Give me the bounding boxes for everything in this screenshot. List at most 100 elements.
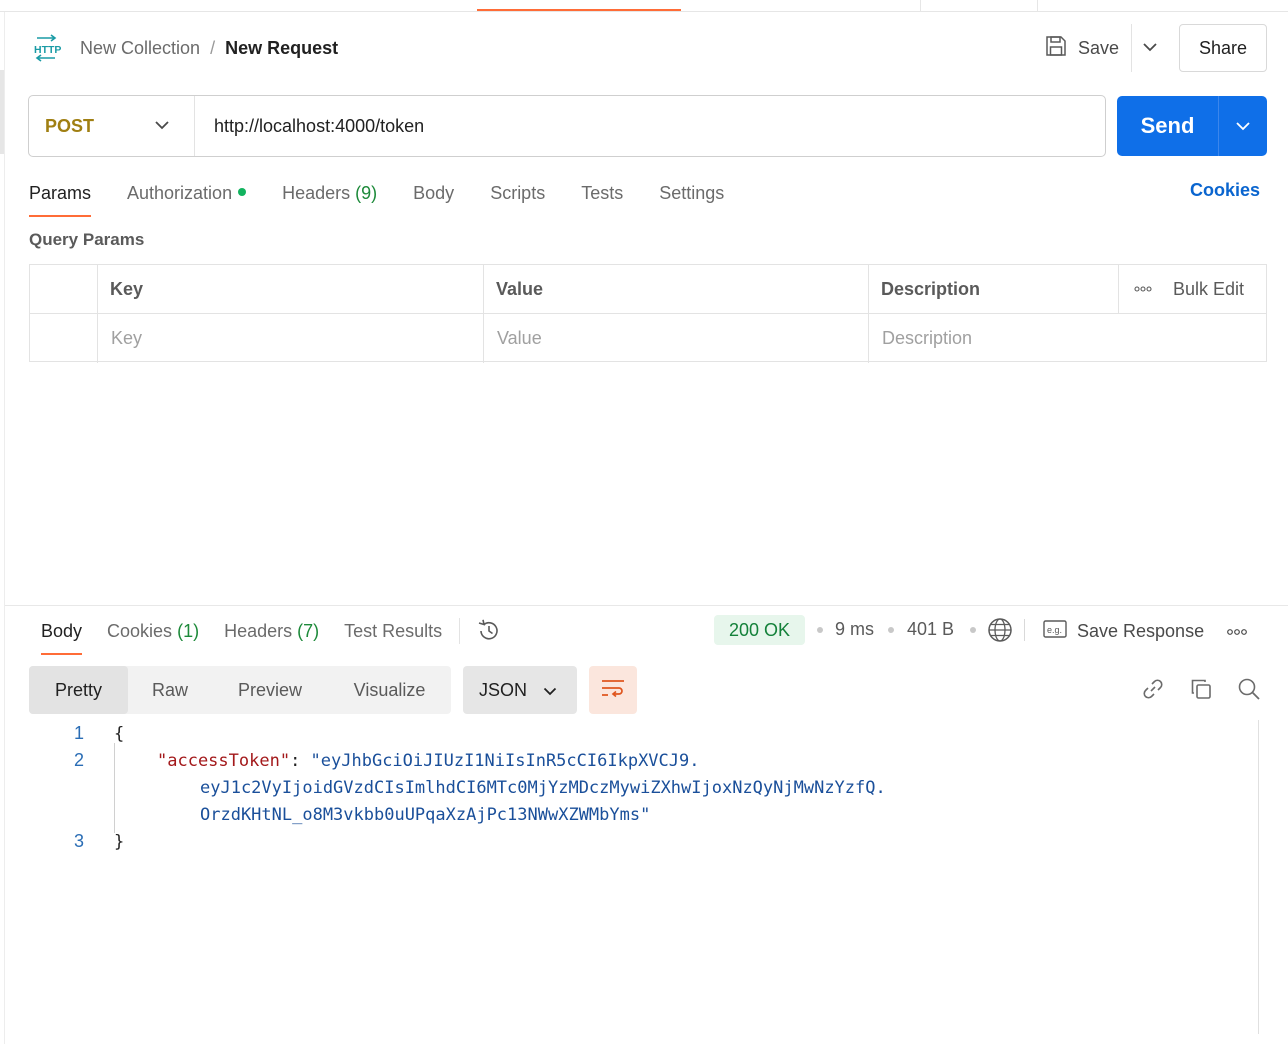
tab-body[interactable]: Body [413,183,454,204]
save-response-button[interactable]: e.g. Save Response [1043,619,1204,644]
tabs-divider [459,618,461,644]
request-tabs: Params Authorization Headers (9) Body Sc… [29,180,760,217]
response-size[interactable]: 401 B [907,619,954,640]
status-badge[interactable]: 200 OK [714,615,805,645]
history-icon[interactable] [476,618,502,644]
example-icon: e.g. [1043,619,1067,644]
response-tabs: Body Cookies (1) Headers (7) Test Result… [41,618,502,655]
response-pane-divider[interactable] [5,605,1288,606]
json-value-part: OrzdKHtNL_o8M3vkbb0uUPqaXzAjPc13NWwXZWMb… [200,805,651,825]
tab-headers-label: Headers [282,182,351,203]
save-icon [1044,34,1068,63]
param-value-input[interactable]: Value [497,314,542,363]
mode-raw[interactable]: Raw [128,666,212,714]
chevron-down-icon [154,117,170,135]
breadcrumb-separator: / [210,37,216,58]
json-value-part: eyJ1c2VyIjoidGVzdCIsImlhdCI6MTc0MjYzMDcz… [200,778,886,798]
save-options-button[interactable] [1132,39,1168,57]
response-time[interactable]: 9 ms [835,619,874,640]
mode-preview[interactable]: Preview [212,666,328,714]
column-header-description: Description [881,278,981,299]
tab-response-cookies-count: (1) [177,620,200,641]
tab-response-headers[interactable]: Headers (7) [224,621,319,642]
globe-icon[interactable] [987,617,1013,648]
active-tab-indicator [477,9,681,11]
line-number: 1 [73,723,84,743]
tab-headers-count: (9) [355,182,378,203]
send-button-group: Send [1117,96,1267,156]
method-select[interactable]: POST [29,96,195,156]
separator-dot [888,627,894,633]
svg-text:HTTP: HTTP [34,44,61,56]
param-key-input[interactable]: Key [111,314,142,363]
param-description-input[interactable]: Description [882,314,972,363]
chevron-down-icon [1142,39,1158,57]
separator-dot [970,627,976,633]
tab-tests[interactable]: Tests [581,183,623,204]
http-icon: HTTP [30,30,64,66]
mode-pretty[interactable]: Pretty [29,666,128,714]
tab-params[interactable]: Params [29,183,92,217]
column-divider [1118,265,1119,314]
body-view-mode-selector: Pretty Raw Preview Visualize [29,666,451,714]
save-button[interactable]: Save [1044,34,1129,63]
tab-divider [920,0,921,11]
breadcrumb-collection[interactable]: New Collection [80,38,200,59]
send-options-button[interactable] [1219,121,1267,131]
meta-divider [1024,619,1025,641]
json-value-part: "eyJhbGciOiJIUzI1NiIsInR5cCI6IkpXVCJ9. [310,751,700,771]
bulk-edit-button[interactable]: Bulk Edit [1173,265,1244,313]
request-title[interactable]: New Request [225,38,338,59]
tab-authorization[interactable]: Authorization [127,182,247,204]
table-header-row: Key Value Description Bulk Edit [30,265,1266,314]
tab-authorization-label: Authorization [127,182,233,203]
tab-response-cookies[interactable]: Cookies (1) [107,621,199,642]
more-options-icon[interactable] [1134,265,1152,313]
scrollbar[interactable] [1258,720,1259,1034]
query-params-title: Query Params [29,230,145,249]
line-number: 3 [73,831,84,851]
table-row: Key Value Description [30,314,1266,363]
mode-visualize[interactable]: Visualize [328,666,451,714]
json-colon: : [290,751,311,771]
column-header-value: Value [496,278,544,299]
line-number: 2 [73,750,84,770]
separator-dot [817,627,823,633]
tab-response-headers-count: (7) [297,620,320,641]
tab-response-body[interactable]: Body [41,621,83,655]
left-panel-edge [0,70,4,154]
query-params-table: Key Value Description Bulk Edit Key Valu… [29,264,1267,363]
language-label: JSON [479,679,528,700]
more-options-icon[interactable] [1226,624,1248,642]
tab-scripts[interactable]: Scripts [490,183,545,204]
response-body-code[interactable]: 1 2 3 { "accessToken": "eyJhbGciOiJIUzI1… [0,720,1258,1044]
tab-response-cookies-label: Cookies [107,620,173,641]
svg-text:e.g.: e.g. [1047,625,1062,635]
wrap-lines-icon [600,677,626,704]
tab-headers[interactable]: Headers (9) [282,183,377,204]
save-label: Save [1078,37,1120,58]
tab-settings[interactable]: Settings [659,183,724,204]
cookies-link[interactable]: Cookies [1190,180,1260,201]
json-key: "accessToken" [157,751,291,771]
save-group: Save [1044,24,1168,72]
indent-guide [114,743,115,833]
auth-status-dot [238,187,247,196]
url-bar: POST http://localhost:4000/token [28,95,1106,157]
link-icon[interactable] [1140,676,1166,702]
send-button[interactable]: Send [1117,113,1218,139]
language-select[interactable]: JSON [463,666,577,714]
code-line-2: "accessToken": "eyJhbGciOiJIUzI1NiIsInR5… [157,751,699,771]
tab-response-headers-label: Headers [224,620,293,641]
wrap-lines-button[interactable] [589,666,637,714]
top-tab-strip [0,0,1288,12]
share-button[interactable]: Share [1179,24,1267,72]
tab-test-results[interactable]: Test Results [344,621,442,642]
url-input[interactable]: http://localhost:4000/token [214,116,424,137]
breadcrumb: HTTP New Collection / New Request [30,30,338,66]
chevron-down-icon [543,680,557,701]
copy-icon[interactable] [1188,676,1214,702]
column-header-key: Key [110,278,144,299]
code-close-brace: } [114,832,125,852]
search-icon[interactable] [1236,676,1262,702]
